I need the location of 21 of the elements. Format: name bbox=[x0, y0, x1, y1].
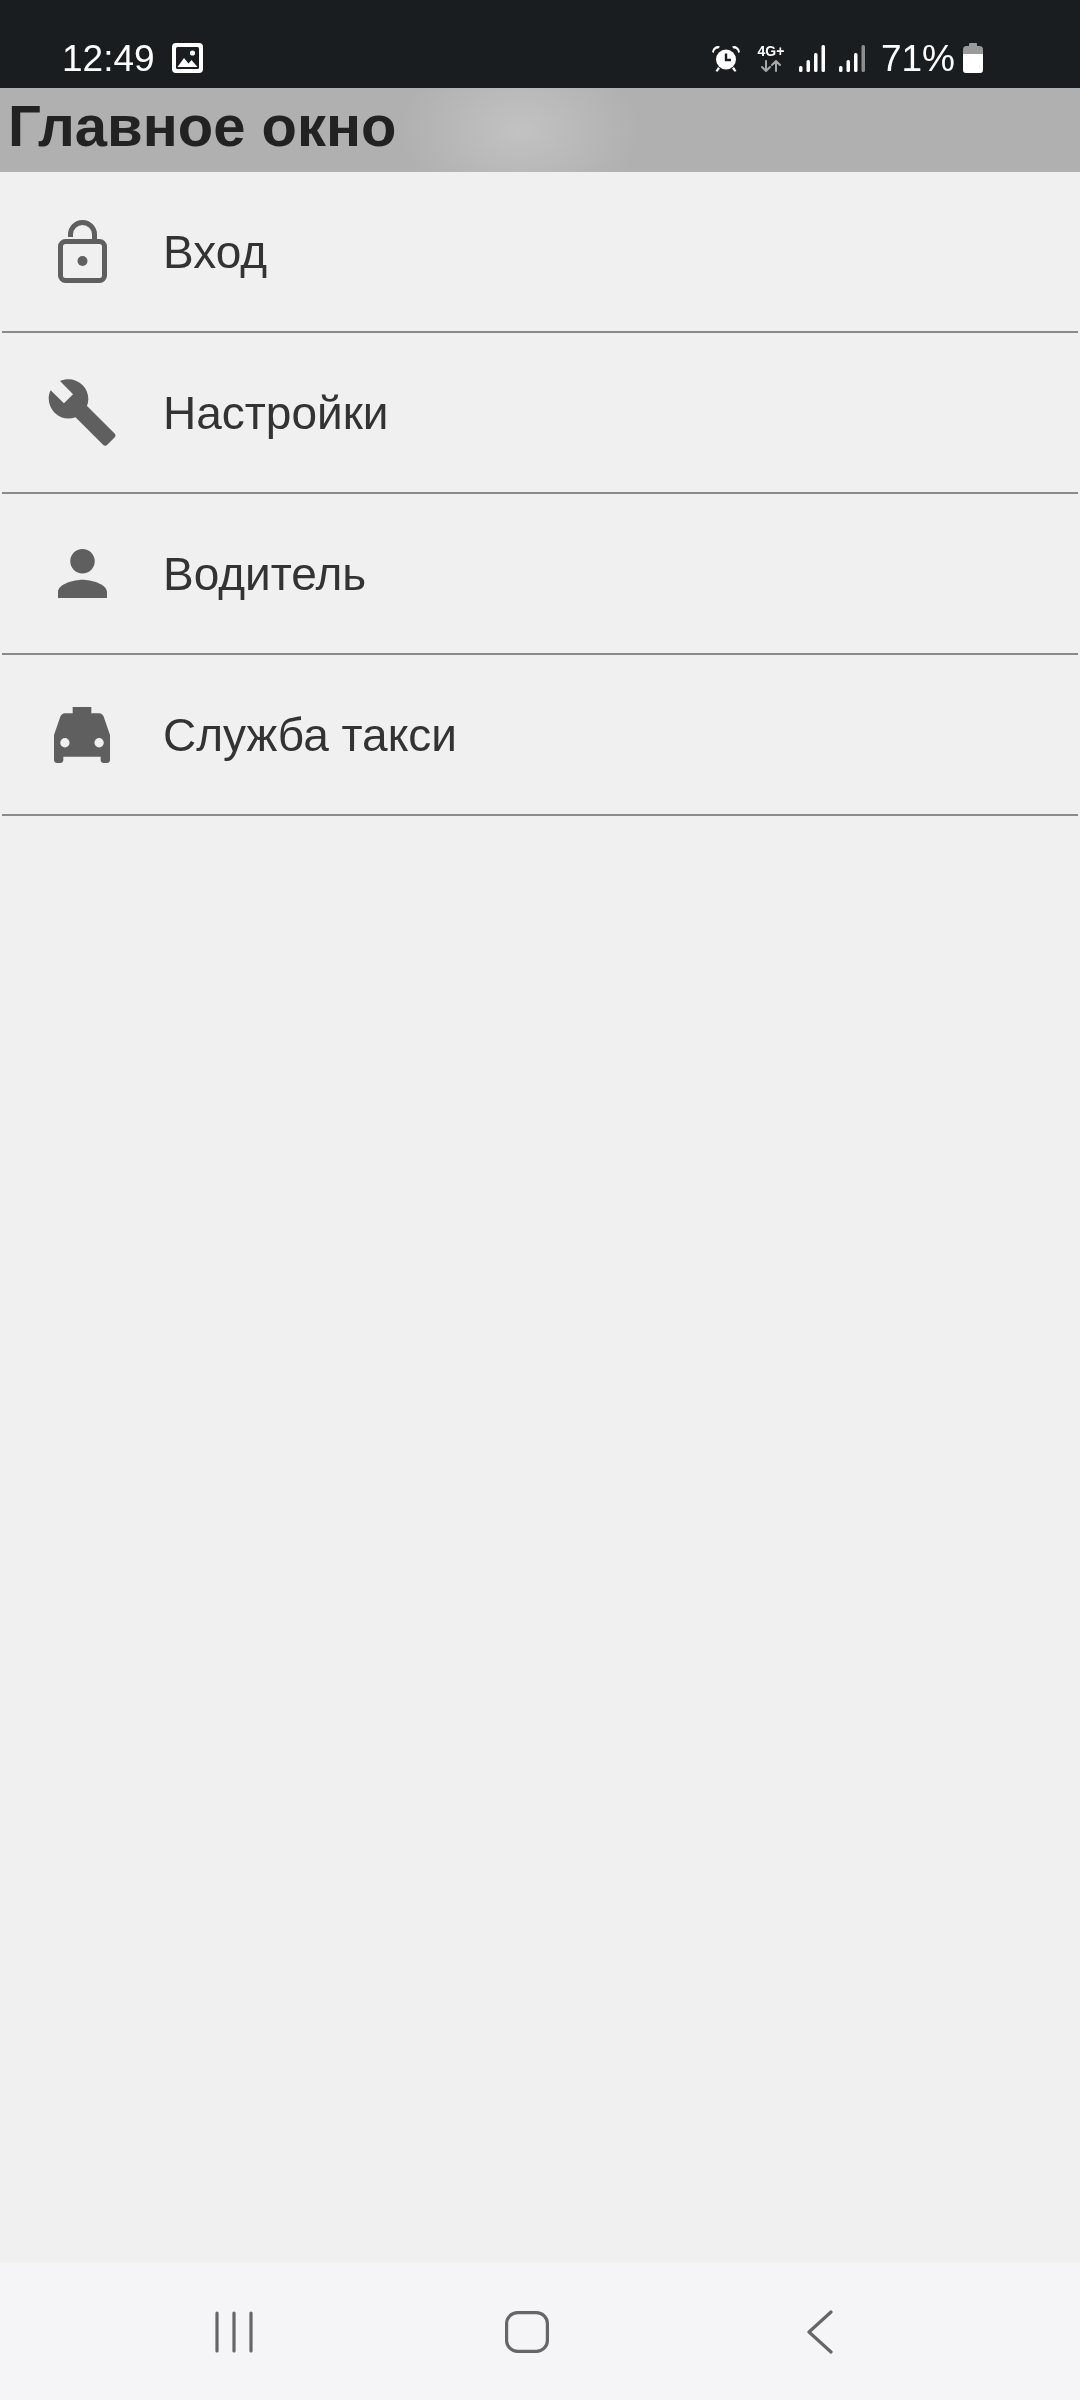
alarm-icon bbox=[710, 44, 741, 72]
menu-item[interactable]: Вход bbox=[2, 172, 1078, 333]
data-arrows-icon bbox=[759, 60, 782, 72]
menu-item[interactable]: Настройки bbox=[2, 333, 1078, 494]
taxi-icon bbox=[54, 706, 110, 763]
back-icon[interactable] bbox=[806, 2309, 833, 2354]
battery-icon bbox=[963, 43, 983, 73]
unlocked-padlock-icon bbox=[57, 220, 107, 283]
menu-item[interactable]: Водитель bbox=[2, 494, 1078, 655]
window-title: Главное окно bbox=[8, 97, 397, 155]
status-time: 12:49 bbox=[62, 39, 155, 77]
signal-icon bbox=[798, 44, 826, 72]
person-icon bbox=[57, 549, 107, 598]
wrench-icon bbox=[48, 379, 116, 446]
menu-item[interactable]: Служба такси bbox=[2, 655, 1078, 816]
network-type: 4G+ bbox=[757, 44, 785, 58]
battery-percentage: 71% bbox=[880, 39, 955, 77]
recent-apps-icon[interactable] bbox=[214, 2310, 253, 2353]
image-icon bbox=[171, 43, 203, 73]
signal-icon bbox=[838, 44, 866, 72]
home-icon[interactable] bbox=[504, 2310, 549, 2353]
